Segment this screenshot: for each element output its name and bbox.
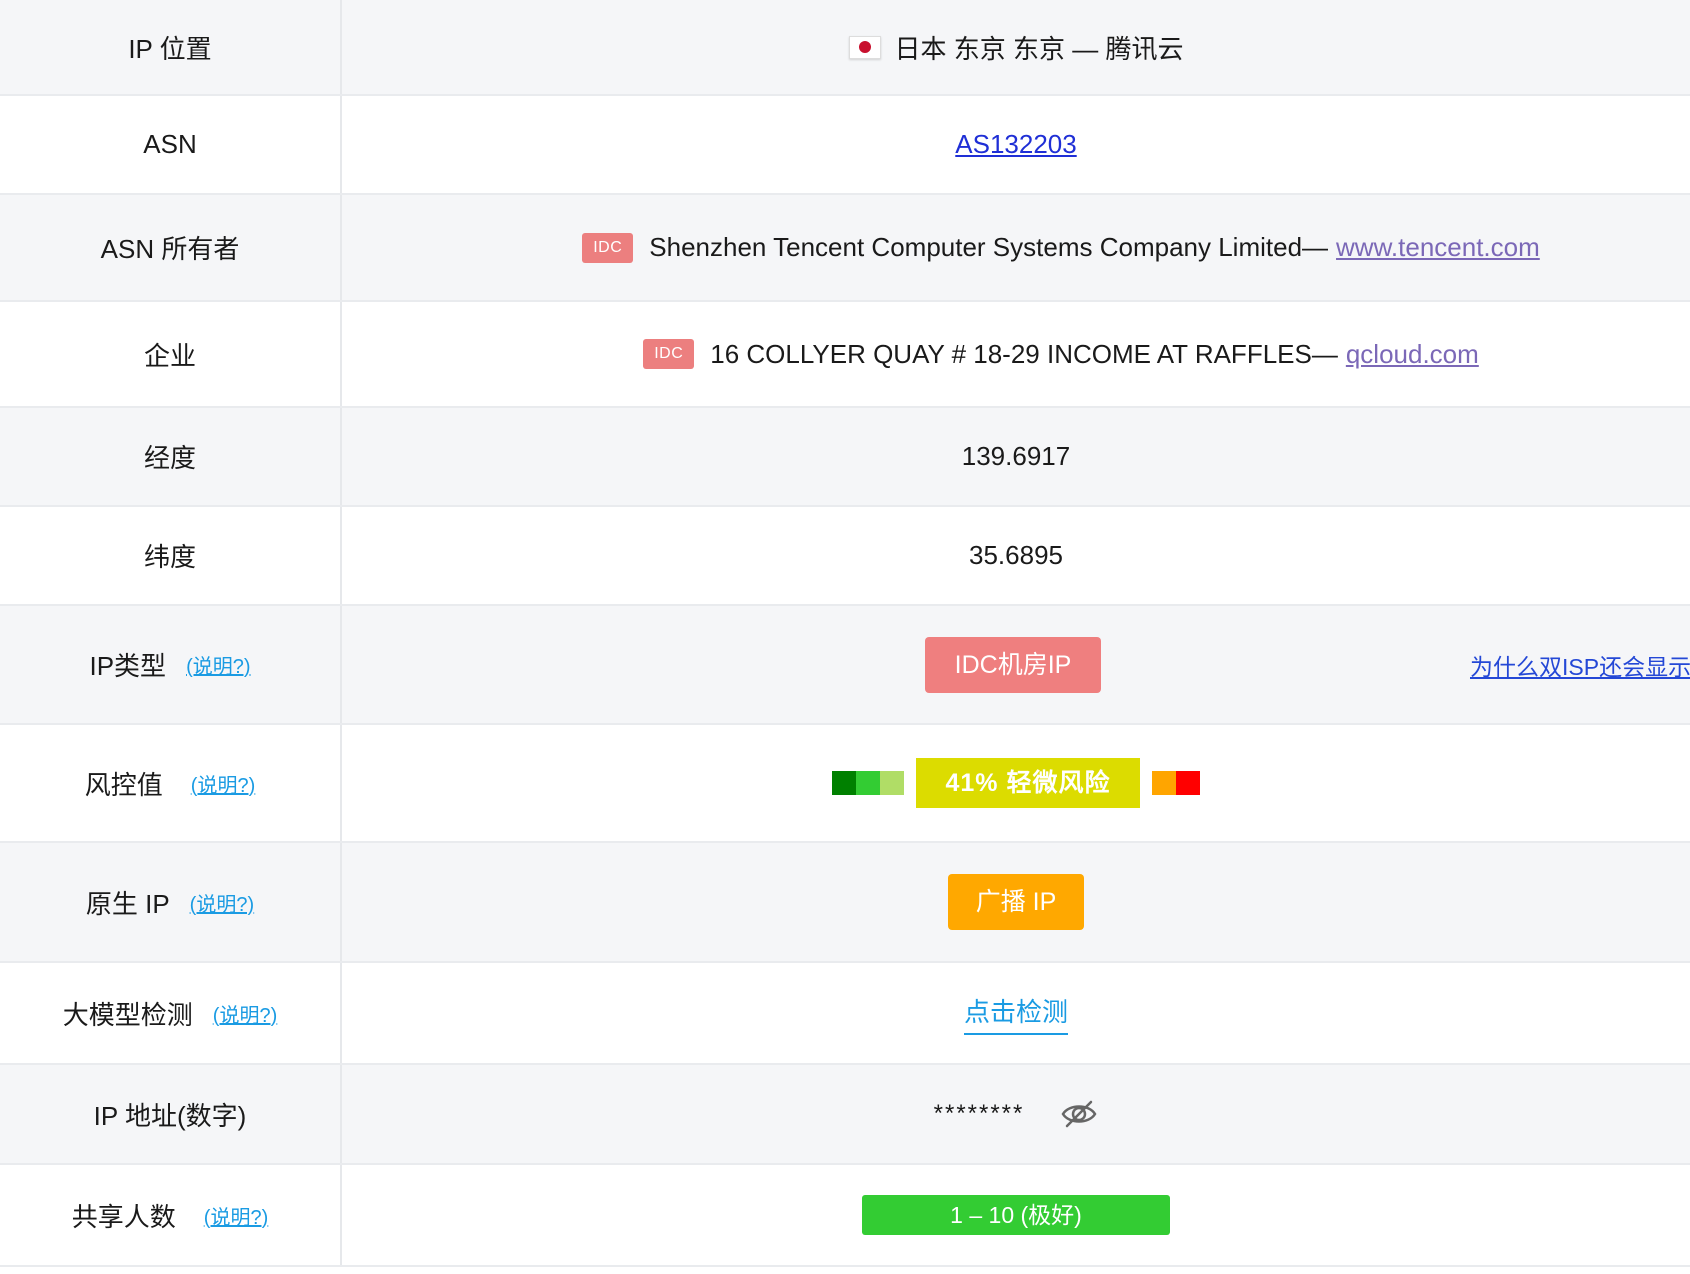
ip-location-value: 日本 东京 东京 — 腾讯云: [894, 33, 1184, 64]
native-ip-label: 原生 IP: [85, 888, 170, 919]
click-detect-link[interactable]: 点击检测: [963, 992, 1068, 1035]
row-native-ip: 原生 IP (说明?) 广播 IP: [0, 843, 1690, 963]
ip-numeric-label: IP 地址(数字): [93, 1100, 247, 1131]
row-value: 日本 东京 东京 — 腾讯云: [342, 0, 1690, 94]
risk-label: 风控值: [84, 769, 163, 800]
idc-tag: IDC: [582, 232, 634, 263]
row-value: IDC机房IP 为什么双ISP还会显示: [342, 606, 1690, 723]
asn-owner-site-link[interactable]: www.tencent.com: [1336, 232, 1540, 263]
ip-location-label: IP 位置: [128, 33, 212, 64]
row-value: ********: [342, 1065, 1690, 1163]
ip-numeric-masked-value: ********: [933, 1100, 1025, 1127]
risk-segment-very-low: [831, 771, 856, 795]
llm-detect-help-link[interactable]: (说明?): [213, 999, 277, 1028]
risk-segment-high: [1152, 771, 1177, 795]
native-ip-help-link[interactable]: (说明?): [190, 888, 254, 917]
row-ip-location: IP 位置 日本 东京 东京 — 腾讯云: [0, 0, 1690, 96]
latitude-label: 纬度: [143, 542, 196, 572]
row-label: 风控值 (说明?): [0, 725, 342, 841]
row-value: 41% 轻微风险: [342, 725, 1690, 841]
row-shared-users: 共享人数 (说明?) 1 – 10 (极好): [0, 1165, 1690, 1267]
row-value: AS132203: [342, 96, 1690, 193]
latitude-value: 35.6895: [969, 540, 1063, 570]
llm-detect-label: 大模型检测: [62, 999, 193, 1030]
row-llm-detect: 大模型检测 (说明?) 点击检测: [0, 963, 1690, 1065]
company-name: 16 COLLYER QUAY # 18-29 INCOME AT RAFFLE…: [710, 338, 1338, 369]
eye-slash-icon[interactable]: [1060, 1099, 1098, 1129]
row-label: 共享人数 (说明?): [0, 1165, 342, 1265]
row-ip-numeric: IP 地址(数字) ********: [0, 1065, 1690, 1165]
row-risk: 风控值 (说明?) 41% 轻微风险: [0, 725, 1690, 843]
why-dual-isp-link[interactable]: 为什么双ISP还会显示: [1470, 648, 1690, 682]
japan-flag-icon: [848, 35, 881, 59]
row-value: 点击检测: [342, 963, 1690, 1063]
asn-label: ASN: [143, 129, 197, 159]
ip-type-badge: IDC机房IP: [924, 636, 1102, 693]
row-label: 原生 IP (说明?): [0, 843, 342, 961]
company-label: 企业: [143, 340, 196, 371]
asn-owner-name: Shenzhen Tencent Computer Systems Compan…: [649, 232, 1329, 262]
row-latitude: 纬度 35.6895: [0, 507, 1690, 606]
row-label: IP 位置: [0, 0, 342, 94]
row-label: IP类型 (说明?): [0, 606, 342, 723]
ip-type-label: IP类型: [89, 651, 167, 681]
risk-meter: 41% 轻微风险: [831, 758, 1201, 808]
row-longitude: 经度 139.6917: [0, 408, 1690, 507]
longitude-value: 139.6917: [961, 441, 1071, 471]
risk-segment-low: [855, 771, 880, 795]
risk-help-link[interactable]: (说明?): [191, 769, 255, 798]
row-label: IP 地址(数字): [0, 1065, 342, 1163]
row-value: IDC 16 COLLYER QUAY # 18-29 INCOME AT RA…: [342, 302, 1690, 406]
risk-segment-mild: [879, 771, 904, 795]
longitude-label: 经度: [143, 443, 196, 473]
row-label: ASN: [0, 96, 342, 193]
idc-tag: IDC: [643, 339, 695, 369]
row-asn: ASN AS132203: [0, 96, 1690, 195]
row-value: 35.6895: [342, 507, 1690, 604]
row-label: 经度: [0, 408, 342, 505]
row-label: ASN 所有者: [0, 195, 342, 300]
row-value: 广播 IP: [342, 843, 1690, 961]
row-label: 企业: [0, 302, 342, 406]
native-ip-badge: 广播 IP: [947, 874, 1085, 930]
asn-link[interactable]: AS132203: [955, 129, 1076, 160]
row-value: 139.6917: [342, 408, 1690, 505]
risk-segment-very-high: [1176, 771, 1201, 795]
company-site-link[interactable]: qcloud.com: [1346, 339, 1479, 370]
row-asn-owner: ASN 所有者 IDC Shenzhen Tencent Computer Sy…: [0, 195, 1690, 302]
row-company: 企业 IDC 16 COLLYER QUAY # 18-29 INCOME AT…: [0, 302, 1690, 408]
row-value: IDC Shenzhen Tencent Computer Systems Co…: [342, 195, 1690, 300]
row-label: 大模型检测 (说明?): [0, 963, 342, 1063]
asn-owner-label: ASN 所有者: [100, 234, 240, 264]
shared-users-label: 共享人数: [71, 1201, 176, 1232]
shared-users-badge: 1 – 10 (极好): [862, 1195, 1170, 1235]
shared-users-help-link[interactable]: (说明?): [204, 1201, 268, 1230]
row-value: 1 – 10 (极好): [342, 1165, 1690, 1265]
risk-score-badge: 41% 轻微风险: [915, 758, 1141, 808]
row-label: 纬度: [0, 507, 342, 604]
ip-type-help-link[interactable]: (说明?): [186, 650, 250, 679]
row-ip-type: IP类型 (说明?) IDC机房IP 为什么双ISP还会显示: [0, 606, 1690, 725]
